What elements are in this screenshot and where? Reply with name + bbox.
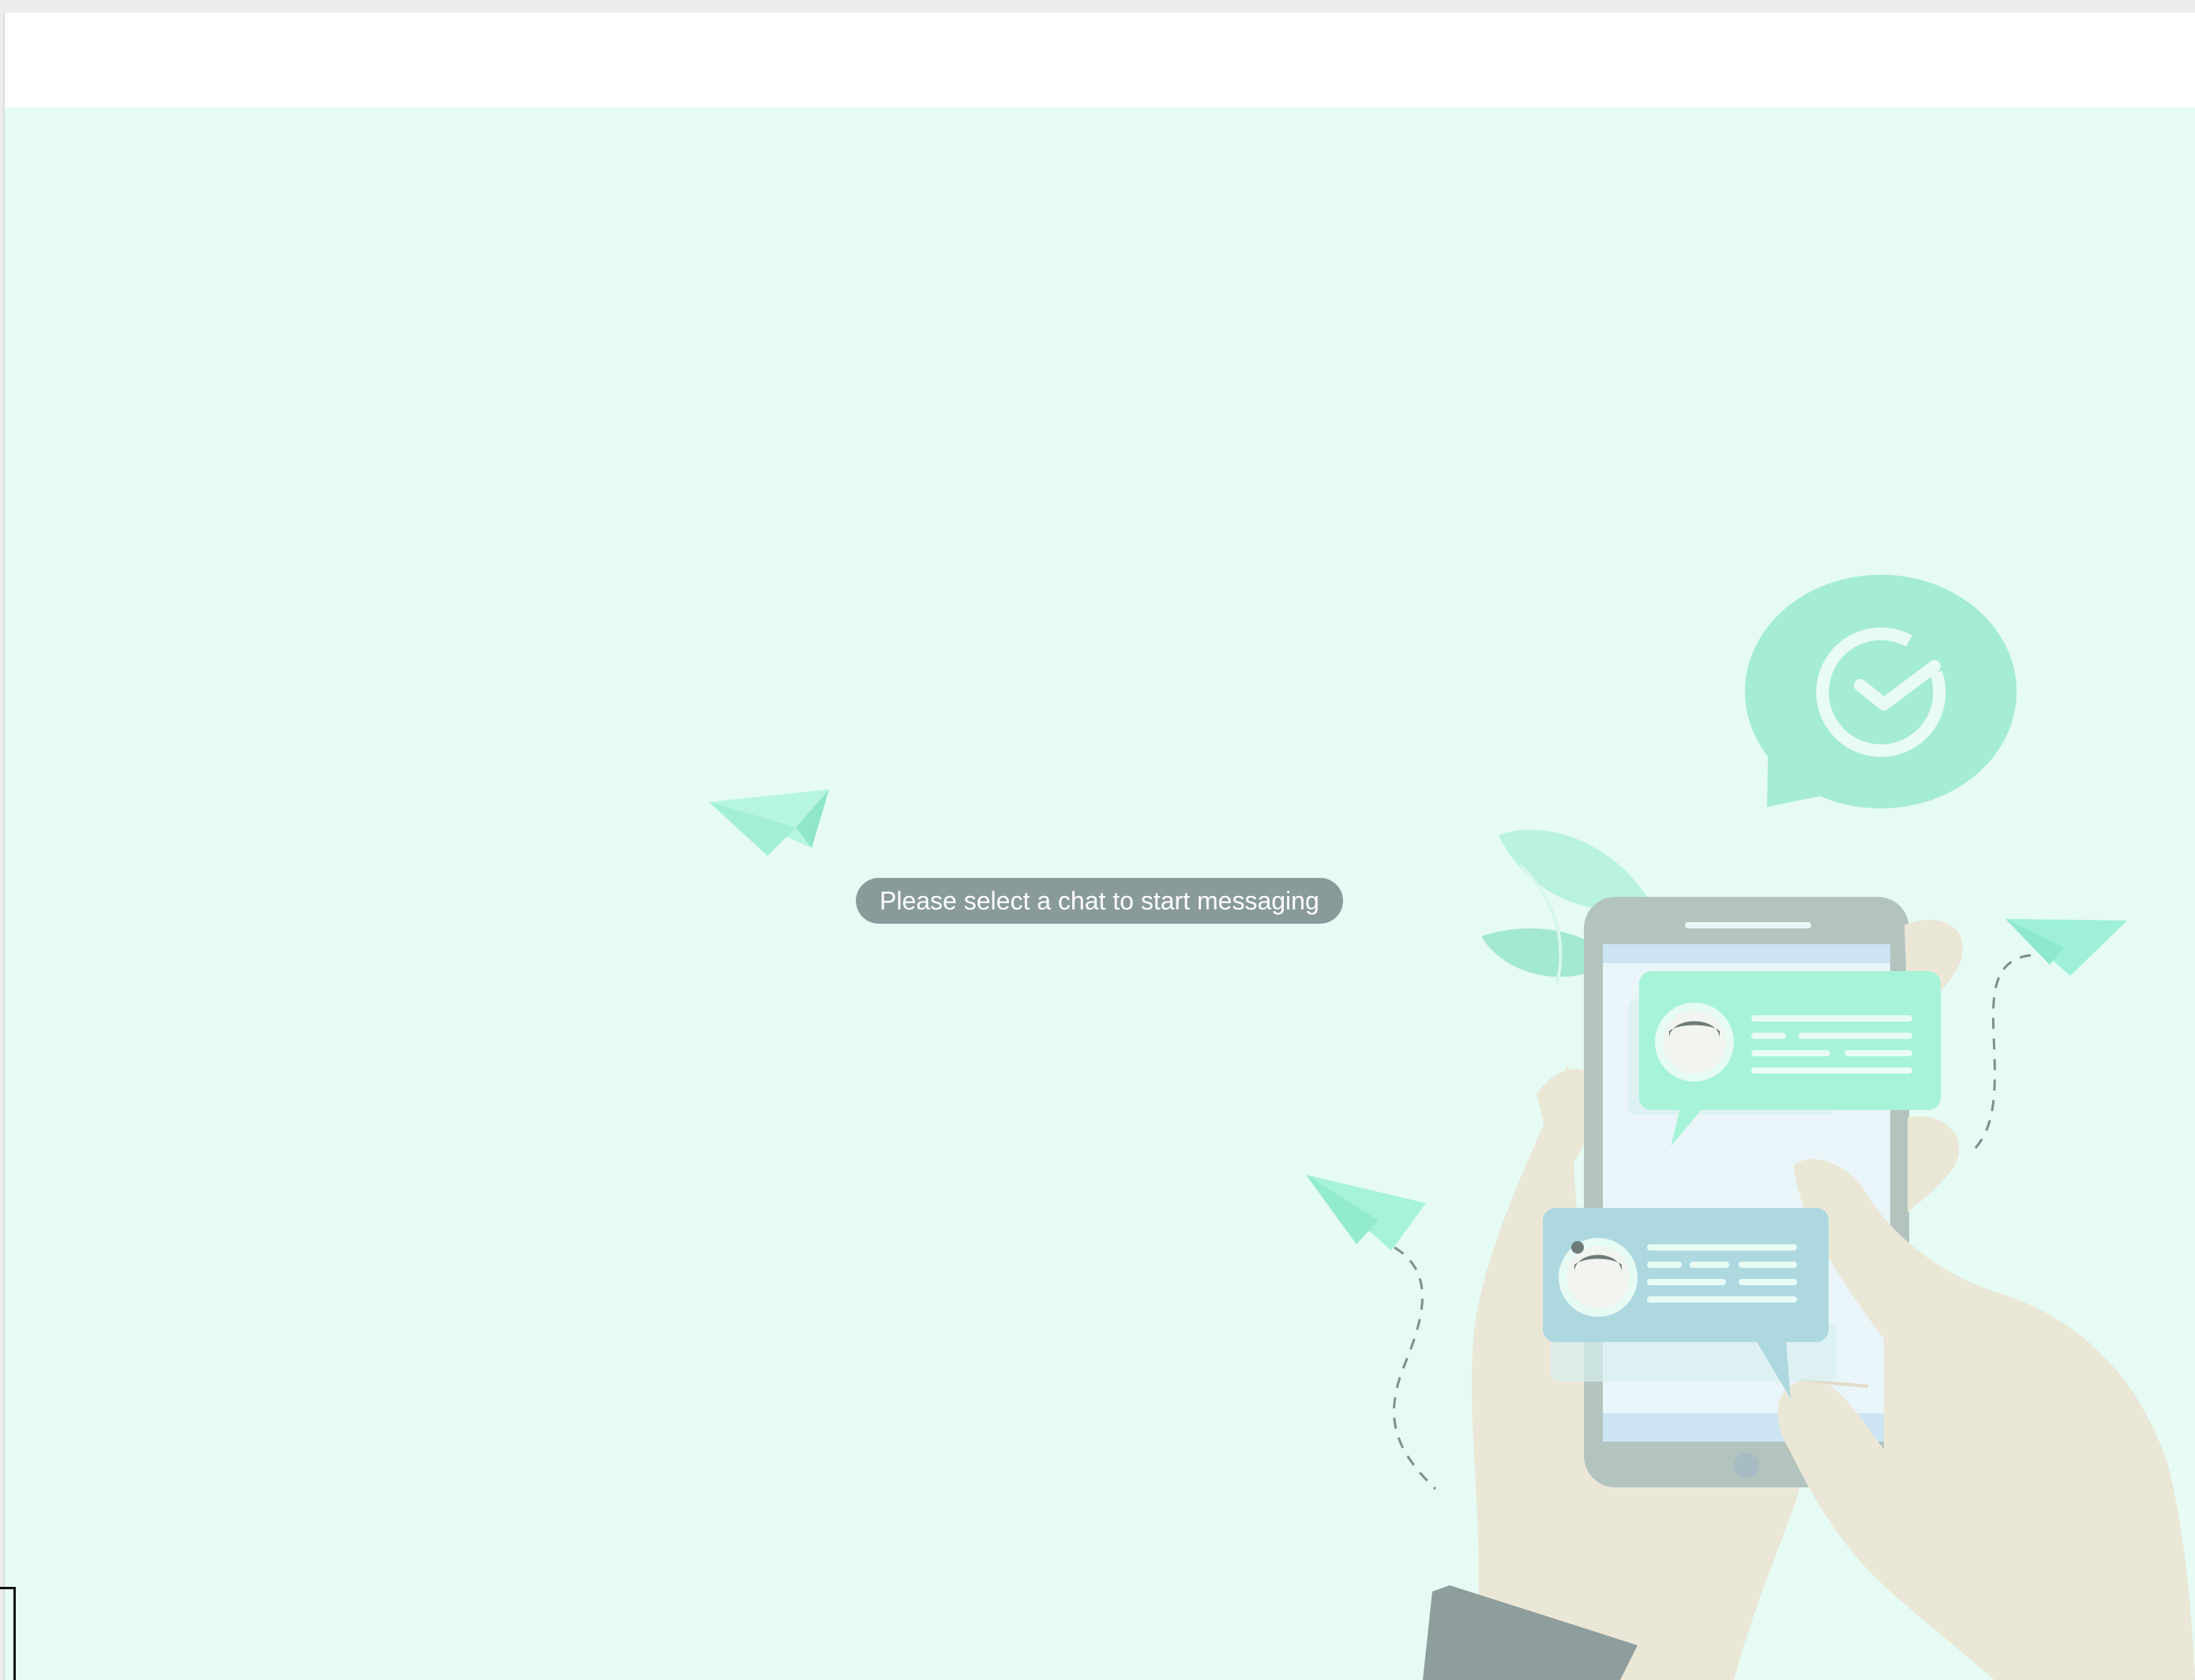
check-circle-icon <box>1745 575 2017 808</box>
paper-plane-icon <box>1306 1175 1437 1491</box>
chat-window: Please select a chat to start messaging <box>3 13 2195 1680</box>
paper-plane-icon <box>1968 919 2127 1156</box>
paper-plane-icon <box>709 789 829 856</box>
chat-empty-area: Please select a chat to start messaging <box>5 107 2195 1680</box>
message-bubble <box>1543 1208 1837 1399</box>
empty-state-message: Please select a chat to start messaging <box>856 878 1343 924</box>
chat-header <box>5 13 2195 107</box>
window-corner-marker <box>0 1587 16 1680</box>
